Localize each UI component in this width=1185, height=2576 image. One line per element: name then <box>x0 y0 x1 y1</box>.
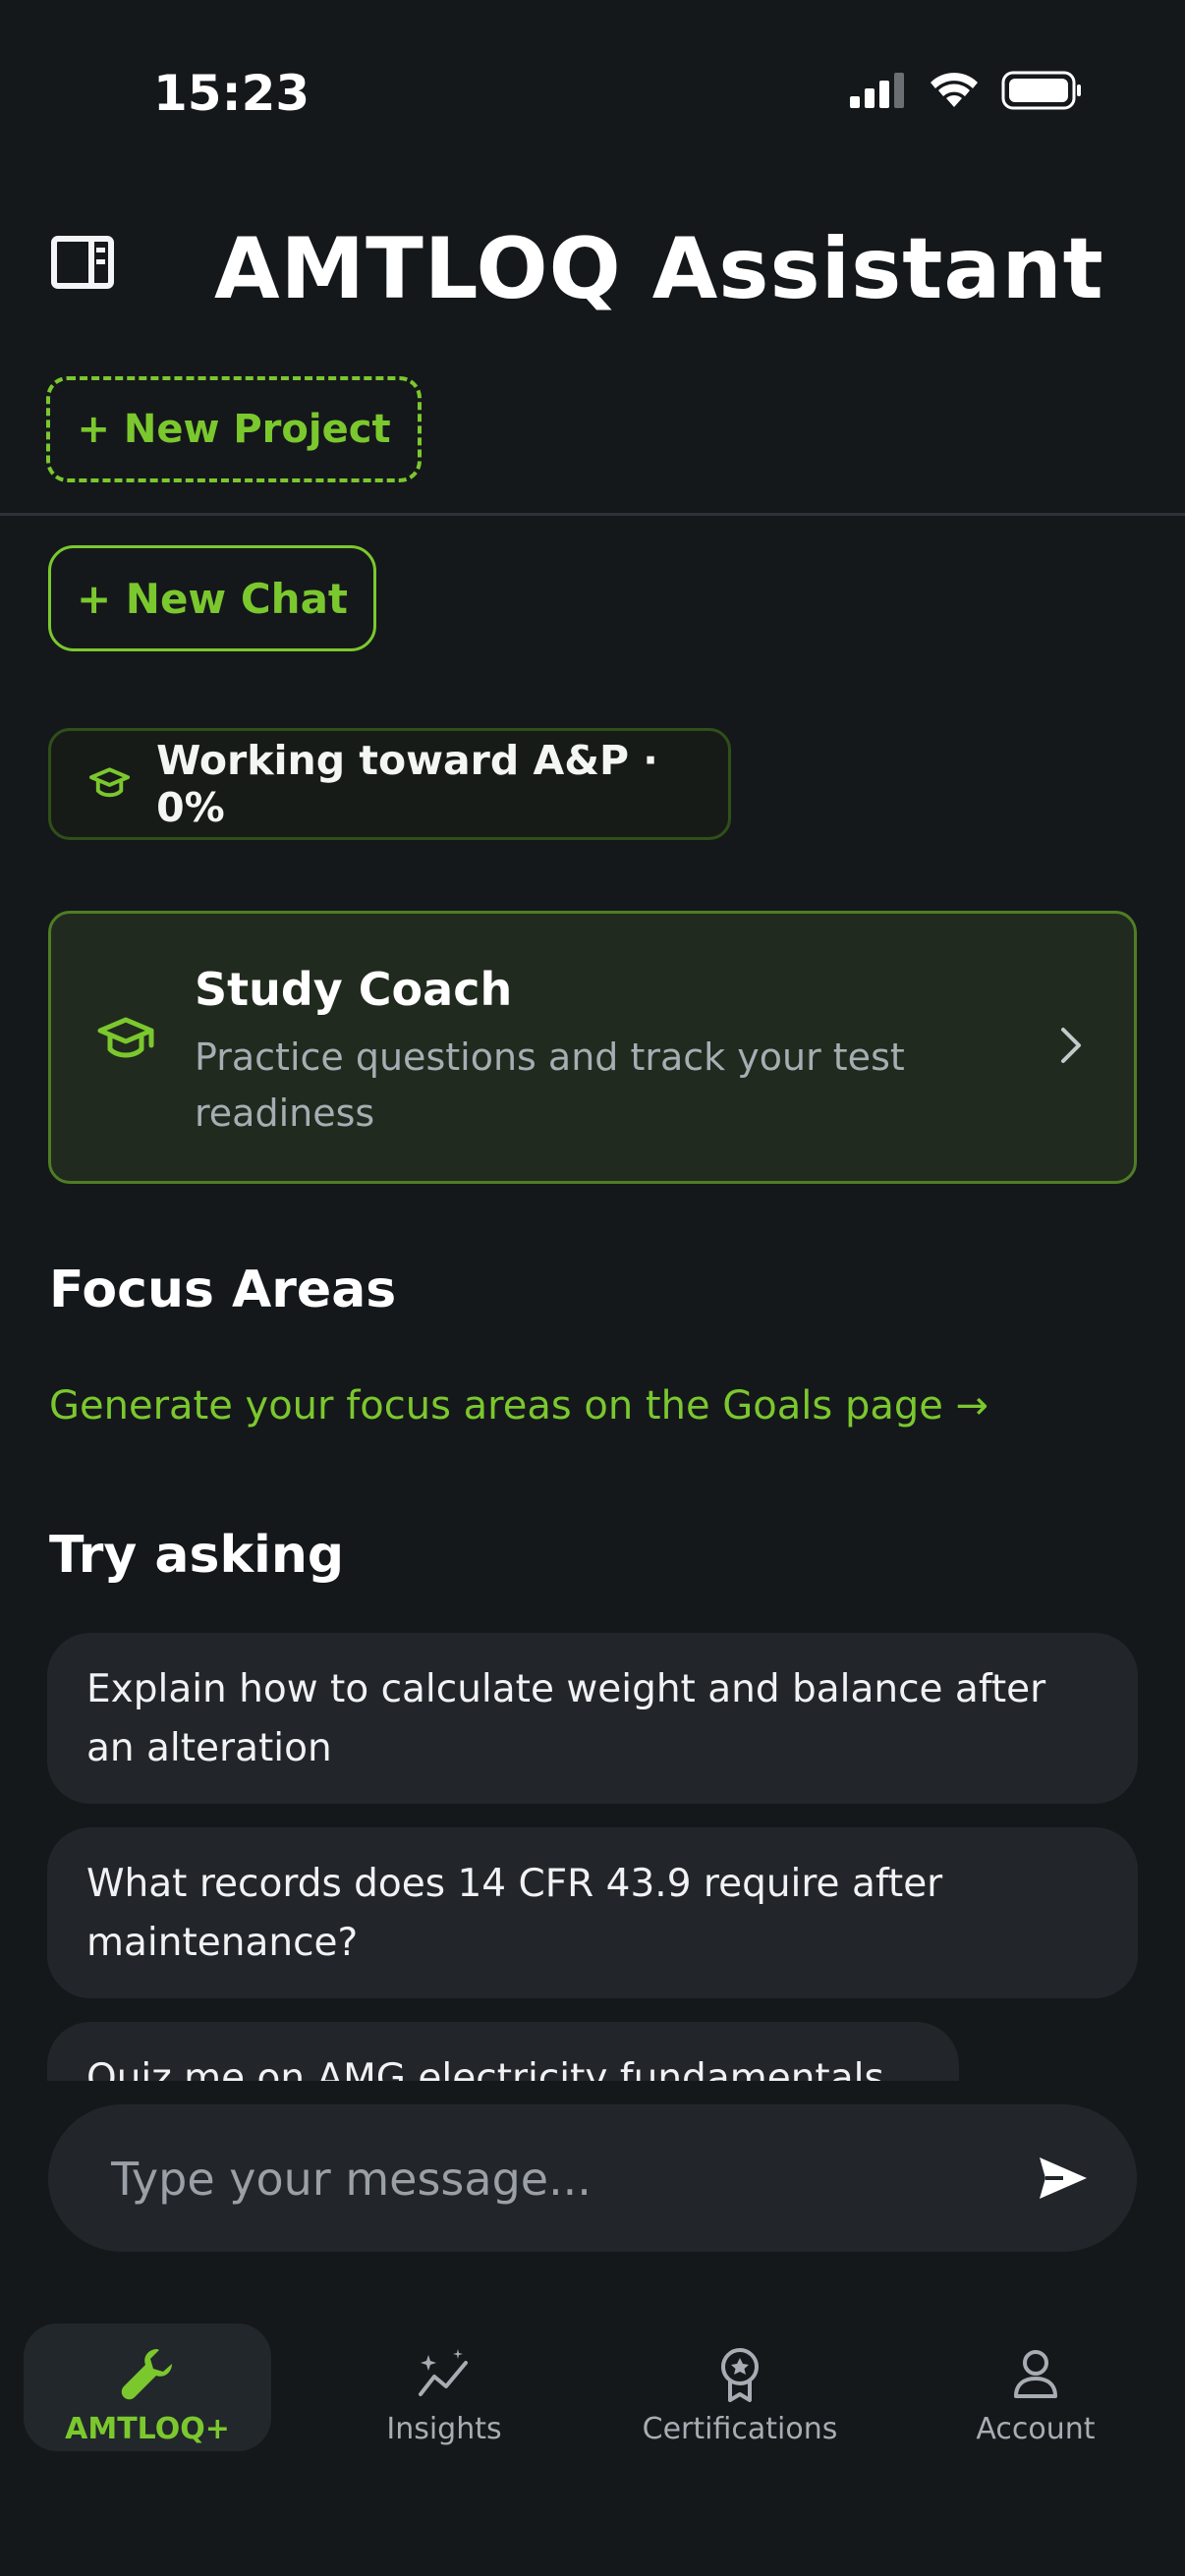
study-coach-card[interactable]: Study Coach Practice questions and track… <box>48 911 1137 1184</box>
suggestion-item[interactable]: Quiz me on AMG electricity fundamentals <box>47 2022 959 2081</box>
user-icon <box>1014 2350 1057 2398</box>
sidebar-toggle-button[interactable] <box>51 236 114 289</box>
message-input[interactable] <box>109 2144 978 2214</box>
certification-progress-chip[interactable]: Working toward A&P · 0% <box>48 728 731 840</box>
graduation-cap-icon <box>97 1017 154 1058</box>
tab-label: Account <box>976 2412 1096 2446</box>
award-icon <box>721 2348 759 2402</box>
sidebar-icon <box>51 236 114 289</box>
insights-icon <box>419 2349 468 2396</box>
header: AMTLOQ Assistant <box>0 206 1185 324</box>
suggestion-item[interactable]: Explain how to calculate weight and bala… <box>47 1633 1138 1804</box>
tab-label: AMTLOQ+ <box>65 2412 230 2446</box>
new-chat-button[interactable]: + New Chat <box>48 545 376 651</box>
tab-certifications[interactable]: Certifications <box>616 2324 864 2451</box>
study-coach-title: Study Coach <box>195 963 513 1016</box>
wifi-icon <box>931 73 978 107</box>
suggestion-list: Explain how to calculate weight and bala… <box>47 1633 1138 2081</box>
status-time: 15:23 <box>153 65 310 122</box>
send-button[interactable] <box>1031 2146 1096 2211</box>
study-coach-description: Practice questions and track your test r… <box>195 1036 905 1135</box>
graduation-cap-icon <box>88 767 131 798</box>
new-project-button[interactable]: + New Project <box>46 376 422 482</box>
tab-insights[interactable]: Insights <box>320 2324 568 2451</box>
status-bar: 15:23 <box>0 0 1185 196</box>
bottom-tab-bar: AMTLOQ+ Insights Certifications Account <box>0 2309 1185 2466</box>
tab-account[interactable]: Account <box>912 2324 1159 2451</box>
wrench-icon <box>121 2349 172 2400</box>
try-asking-heading: Try asking <box>49 1526 345 1585</box>
divider <box>0 513 1185 516</box>
status-icons <box>850 71 1082 110</box>
goals-page-link[interactable]: Generate your focus areas on the Goals p… <box>49 1383 988 1428</box>
signal-icon <box>850 73 904 108</box>
battery-icon <box>1001 71 1081 110</box>
chevron-right-icon <box>1061 1028 1081 1063</box>
send-icon <box>1040 2157 1087 2199</box>
focus-areas-heading: Focus Areas <box>49 1260 397 1319</box>
tab-amtloq-plus[interactable]: AMTLOQ+ <box>24 2324 271 2451</box>
page-title: AMTLOQ Assistant <box>214 220 1104 318</box>
tab-label: Certifications <box>642 2412 838 2446</box>
suggestion-item[interactable]: What records does 14 CFR 43.9 require af… <box>47 1827 1138 1998</box>
message-composer <box>48 2104 1137 2252</box>
progress-text: Working toward A&P · 0% <box>156 737 658 831</box>
tab-label: Insights <box>386 2412 502 2446</box>
